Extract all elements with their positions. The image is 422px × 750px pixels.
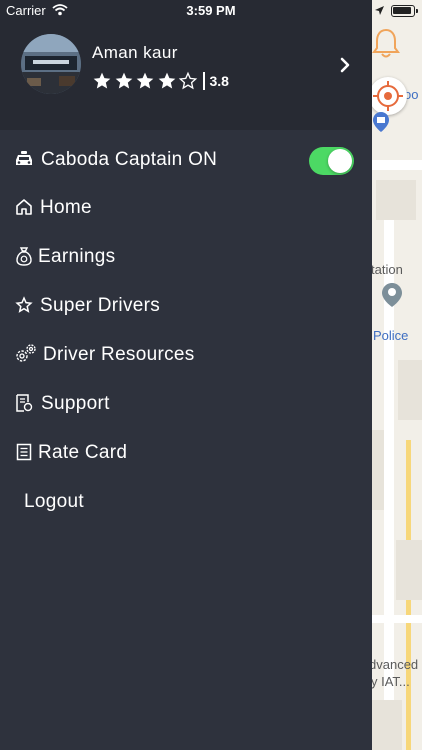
user-name: Aman kaur (92, 43, 178, 62)
menu-item-support[interactable]: Support (0, 383, 372, 425)
home-icon (14, 197, 34, 217)
logout-label: Logout (24, 491, 84, 512)
rating-value: 3.8 (209, 73, 229, 89)
map-block (376, 180, 416, 220)
star-filled-icon (136, 72, 154, 89)
menu-item-earnings[interactable]: Earnings (0, 236, 372, 278)
star-outline-icon (178, 71, 198, 90)
menu-item-home[interactable]: Home (0, 187, 372, 229)
status-time: 3:59 PM (186, 3, 236, 18)
star-icon (14, 295, 34, 315)
captain-status-toggle[interactable] (309, 147, 354, 175)
menu-item-rate-card[interactable]: Rate Card (0, 432, 372, 474)
map-road (372, 160, 422, 170)
list-doc-icon (14, 442, 34, 462)
map-label-station: tation (372, 262, 403, 277)
chevron-right-icon[interactable] (339, 56, 351, 79)
rating-divider (202, 72, 205, 90)
map-block (372, 430, 384, 510)
car-icon (14, 149, 34, 169)
gears-icon (14, 344, 38, 364)
status-bar: Carrier 3:59 PM (0, 0, 422, 22)
map-label-advanced-2: y IAT... (372, 674, 410, 689)
menu-item-home-label: Home (40, 197, 92, 218)
map-poi-marker-icon[interactable] (372, 111, 390, 138)
map-block (372, 700, 402, 750)
rating-stars: 3.8 (92, 70, 229, 92)
menu-item-driver-resources-label: Driver Resources (43, 344, 195, 365)
menu-item-earnings-label: Earnings (38, 246, 116, 267)
crosshair-icon (373, 81, 403, 111)
avatar[interactable] (21, 34, 81, 94)
menu-item-support-label: Support (41, 393, 110, 414)
captain-status-label: Caboda Captain ON (41, 149, 218, 170)
navigation-drawer: Aman kaur 3.8 Caboda Captain ON Home Ear… (0, 0, 372, 750)
map-label-advanced-1: dvanced (372, 657, 419, 672)
recenter-location-button[interactable] (369, 77, 407, 115)
notification-bell-icon[interactable] (370, 26, 402, 65)
toggle-knob (328, 149, 352, 173)
menu-item-logout[interactable]: Logout (0, 481, 372, 523)
star-filled-icon (158, 72, 175, 89)
battery-tip (416, 9, 418, 13)
menu-item-driver-resources[interactable]: Driver Resources (0, 334, 372, 376)
battery-icon (391, 5, 415, 17)
map-block (398, 360, 422, 420)
star-filled-icon (115, 72, 132, 89)
map-road (372, 615, 422, 623)
map-label-police: Police (373, 328, 409, 343)
map-block (396, 540, 422, 600)
map-station-marker-icon[interactable] (381, 282, 403, 313)
menu-item-super-drivers[interactable]: Super Drivers (0, 285, 372, 327)
support-doc-icon (14, 393, 34, 413)
money-bag-icon (14, 246, 34, 266)
location-arrow-icon (374, 4, 385, 19)
avatar-image (21, 34, 81, 94)
star-filled-icon (93, 72, 111, 89)
menu-item-super-drivers-label: Super Drivers (40, 295, 161, 316)
menu-item-rate-card-label: Rate Card (38, 442, 128, 463)
